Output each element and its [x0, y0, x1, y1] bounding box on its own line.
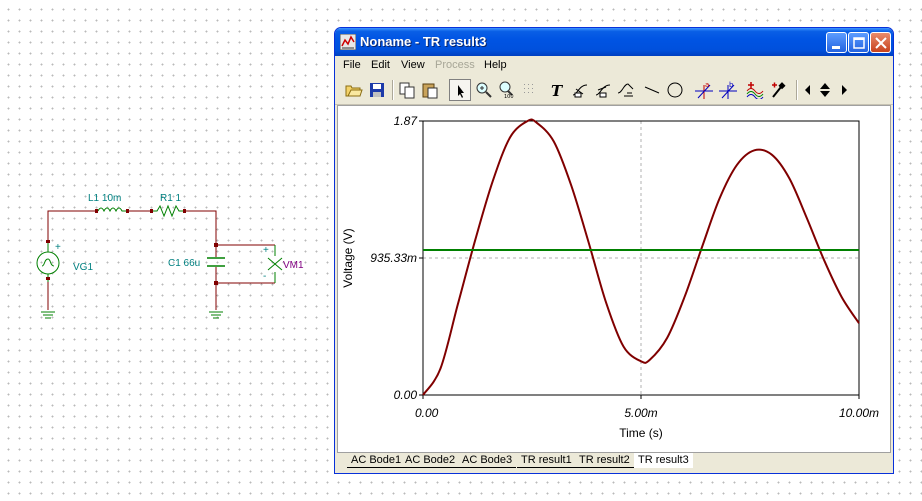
paste-icon: [422, 83, 438, 99]
toolbar: 100 T a b: [335, 76, 893, 105]
y-tick-label: 1.87: [394, 114, 419, 128]
curve-label-button[interactable]: [569, 79, 591, 101]
source-label: VG1: [73, 262, 93, 273]
cursor-a-icon: a: [695, 81, 713, 99]
marker-button[interactable]: [768, 79, 790, 101]
tab-tr-result3[interactable]: TR result3: [634, 453, 693, 468]
minimize-button[interactable]: [826, 32, 847, 53]
arrow-icon: [458, 85, 464, 98]
circle-icon: [667, 82, 683, 98]
cursor-b-icon: b: [719, 81, 737, 99]
open-icon: [345, 85, 363, 97]
window-title: Noname - TR result3: [360, 34, 487, 49]
meter-plus-sign: +: [263, 245, 269, 256]
capacitor-label: C1 66u: [168, 258, 200, 269]
x-tick-label: 0.00: [415, 406, 439, 420]
menu-bar: File Edit View Process Help: [335, 56, 893, 76]
text-button[interactable]: T: [546, 79, 568, 101]
meter-minus-sign: -: [263, 271, 266, 282]
svg-text:a: a: [705, 81, 709, 89]
paste-button[interactable]: [419, 79, 441, 101]
y-tick-label: 935.33m: [370, 251, 417, 265]
tab-ac-bode2[interactable]: AC Bode2: [401, 453, 460, 468]
menu-view[interactable]: View: [401, 59, 425, 71]
title-bar[interactable]: Noname - TR result3: [335, 28, 893, 56]
capacitor-c1[interactable]: [207, 257, 225, 267]
menu-process[interactable]: Process: [435, 59, 475, 71]
x-axis-label: Time (s): [619, 426, 663, 440]
nav-left-button[interactable]: [801, 79, 813, 101]
resistor-r1[interactable]: [153, 204, 183, 218]
svg-text:T: T: [551, 82, 564, 99]
curve-edit-icon: [617, 83, 634, 97]
curve-label2-button[interactable]: [592, 79, 614, 101]
save-icon: [370, 83, 384, 97]
voltage-chart[interactable]: 0.00 5.00m 10.00m 0.00 935.33m 1.87 Time (s) Vo…: [338, 106, 890, 452]
cursor-b-button[interactable]: b: [717, 79, 739, 101]
open-button[interactable]: [343, 79, 365, 101]
grid-button[interactable]: [519, 79, 541, 101]
resistor-label: R1 1: [160, 193, 182, 204]
menu-help[interactable]: Help: [484, 59, 507, 71]
plot-area[interactable]: 0.00 5.00m 10.00m 0.00 935.33m 1.87 Time (s) Vo…: [337, 105, 891, 453]
select-arrow-button[interactable]: [449, 79, 471, 101]
ground-symbol-2: [209, 311, 223, 319]
zoom-100-button[interactable]: 100: [496, 79, 518, 101]
y-axis-label: Voltage (V): [341, 228, 355, 287]
curve-label-icon: [572, 84, 588, 98]
line-button[interactable]: [641, 79, 663, 101]
nav-left-icon: [805, 85, 810, 95]
curve-label2-icon: [595, 84, 611, 98]
tab-ac-bode3[interactable]: AC Bode3: [458, 453, 517, 468]
close-button[interactable]: [870, 32, 891, 53]
inductor-l1[interactable]: [97, 207, 126, 213]
source-plus-sign: +: [55, 242, 61, 253]
minimize-icon: [832, 46, 840, 49]
app-icon: [339, 33, 357, 51]
grid-icon: [524, 84, 533, 93]
circuit-schematic[interactable]: + VG1 L1 10m R1 1 C1 66u + - VM1: [0, 0, 330, 501]
cursor-a-button[interactable]: a: [693, 79, 715, 101]
x-tick-label: 5.00m: [624, 406, 657, 420]
close-icon: [875, 37, 887, 49]
y-tick-label: 0.00: [394, 388, 418, 402]
marker-icon: [772, 82, 786, 98]
svg-text:b: b: [729, 81, 734, 89]
zoom-in-icon: [476, 82, 492, 98]
zoom-in-button[interactable]: [473, 79, 495, 101]
maximize-icon: [853, 37, 865, 49]
voltmeter-vm1[interactable]: [267, 245, 283, 283]
text-icon: T: [551, 82, 564, 99]
curve-edit-button[interactable]: [615, 79, 637, 101]
x-tick-label: 10.00m: [839, 406, 879, 420]
tab-tr-result1[interactable]: TR result1: [517, 453, 576, 468]
inductor-label: L1 10m: [88, 193, 121, 204]
save-button[interactable]: [366, 79, 388, 101]
result-tab-bar: AC Bode1 AC Bode2 AC Bode3 TR result1 TR…: [337, 453, 891, 471]
tab-ac-bode1[interactable]: AC Bode1: [347, 453, 406, 468]
ground-symbol: [41, 311, 55, 319]
copy-button[interactable]: [396, 79, 418, 101]
meter-label: VM1: [283, 260, 304, 271]
maximize-button[interactable]: [848, 32, 869, 53]
copy-icon: [399, 82, 415, 99]
nav-updown-button[interactable]: [814, 79, 836, 101]
zoom-100-icon: 100: [499, 81, 514, 99]
nav-right-icon: [842, 85, 847, 95]
grapher-window[interactable]: Noname - TR result3 File Edit View Proce…: [334, 27, 894, 474]
menu-edit[interactable]: Edit: [371, 59, 390, 71]
nav-right-button[interactable]: [837, 79, 849, 101]
series-line-voltage[interactable]: [422, 118, 860, 396]
tab-tr-result2[interactable]: TR result2: [575, 453, 634, 468]
svg-text:100: 100: [504, 94, 514, 99]
line-icon: [644, 86, 660, 94]
circle-button[interactable]: [664, 79, 686, 101]
add-curve-button[interactable]: [744, 79, 766, 101]
add-curve-icon: [746, 82, 764, 99]
menu-file[interactable]: File: [343, 59, 361, 71]
nav-updown-icon: [820, 83, 830, 97]
